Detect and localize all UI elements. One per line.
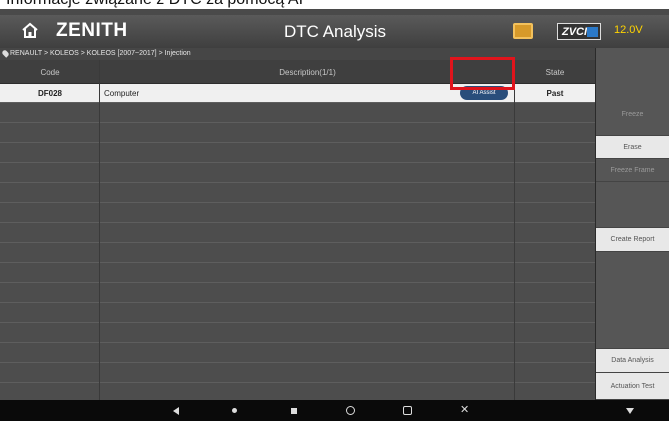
empty-row: [0, 144, 595, 163]
empty-row: [0, 364, 595, 383]
dtc-table: Code Description(1/1) State DF028 Comput…: [0, 60, 595, 400]
message-icon[interactable]: [513, 23, 533, 39]
actuation-test-button[interactable]: Actuation Test: [596, 373, 669, 400]
breadcrumb-text: RENAULT > KOLEOS > KOLEOS [2007~2017] > …: [10, 50, 191, 57]
battery-voltage: 12.0V: [614, 24, 643, 36]
empty-row: [0, 284, 595, 303]
empty-row: [0, 264, 595, 283]
app-window: Informacje związane z DTC za pomocą AI Z…: [0, 0, 669, 421]
sidebar-spacer: [596, 182, 669, 228]
column-divider: [99, 60, 100, 400]
dot-icon[interactable]: [232, 408, 237, 413]
home-circle-icon[interactable]: [346, 406, 355, 415]
vci-connection-icon: [587, 27, 598, 37]
empty-row: [0, 124, 595, 143]
header-code: Code: [40, 68, 60, 77]
column-divider: [514, 60, 515, 400]
empty-row: [0, 304, 595, 323]
back-icon[interactable]: [173, 407, 179, 415]
sidebar-spacer: [596, 252, 669, 349]
vci-label: ZVCI: [562, 26, 588, 38]
screenshot-icon[interactable]: [403, 406, 412, 415]
recents-icon[interactable]: [291, 408, 297, 414]
create-report-button[interactable]: Create Report: [596, 228, 669, 252]
location-pin-icon: [1, 49, 10, 58]
dtc-state: Past: [546, 89, 564, 98]
caption-text: Informacje związane z DTC za pomocą AI: [0, 0, 669, 9]
empty-row: [0, 244, 595, 263]
erase-button[interactable]: Erase: [596, 136, 669, 159]
action-sidebar: Freeze Erase Freeze Frame Create Report …: [596, 48, 669, 400]
empty-row: [0, 204, 595, 223]
brand-logo: ZENITH: [56, 20, 128, 41]
empty-row: [0, 184, 595, 203]
dtc-code: DF028: [37, 89, 62, 98]
home-icon[interactable]: [20, 21, 40, 41]
android-nav-bar: ✕: [0, 400, 669, 421]
empty-row: [0, 164, 595, 183]
empty-row: [0, 104, 595, 123]
close-icon[interactable]: ✕: [460, 403, 469, 416]
freeze-frame-button[interactable]: Freeze Frame: [596, 159, 669, 182]
highlight-box: [450, 57, 515, 90]
page-title: DTC Analysis: [283, 22, 387, 41]
empty-row: [0, 324, 595, 343]
data-analysis-button[interactable]: Data Analysis: [596, 349, 669, 373]
chevron-down-icon[interactable]: [626, 408, 634, 414]
empty-row: [0, 344, 595, 363]
app-bar: ZENITH DTC Analysis ZVCI 12.0V: [0, 15, 669, 48]
dtc-description: Computer: [104, 89, 140, 98]
vci-status[interactable]: ZVCI: [557, 23, 601, 40]
empty-row: [0, 224, 595, 243]
header-state: State: [545, 68, 565, 77]
freeze-button[interactable]: Freeze: [596, 94, 669, 136]
